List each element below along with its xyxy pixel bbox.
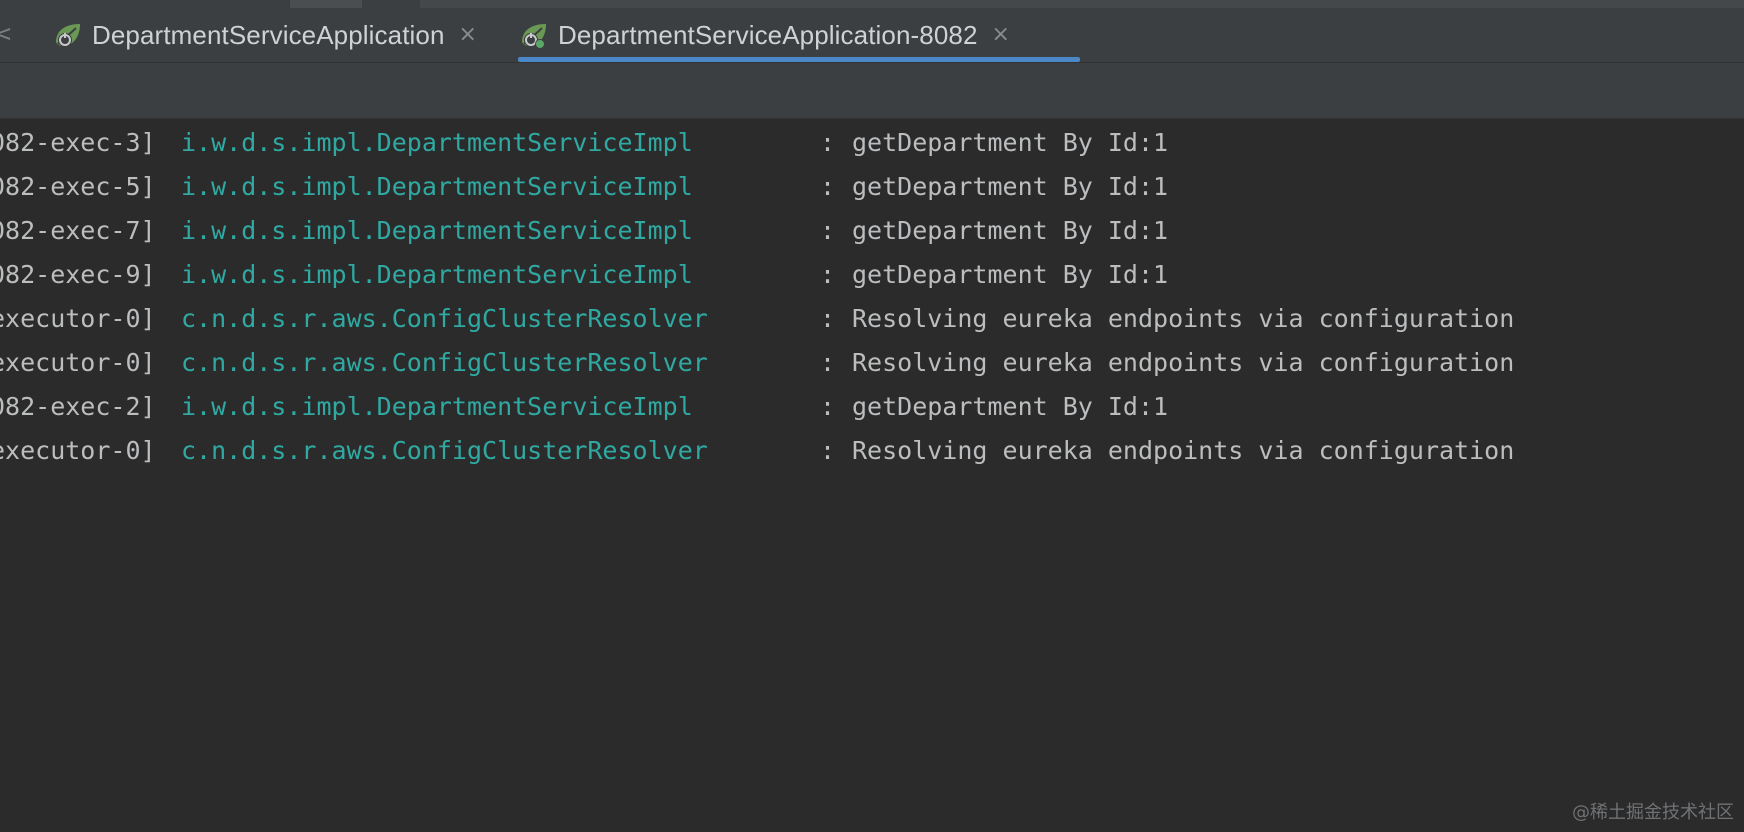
log-separator: : — [820, 172, 836, 201]
log-message: Resolving eureka endpoints via configura… — [852, 348, 1515, 377]
scroll-tabs-left-icon[interactable]: < — [0, 22, 14, 48]
log-line: executor-0] c.n.d.s.r.aws.ConfigClusterR… — [0, 299, 1744, 339]
log-separator: : — [820, 260, 836, 289]
log-separator: : — [820, 304, 836, 333]
log-thread: 082-exec-5] — [0, 172, 156, 201]
tab-label: DepartmentServiceApplication — [92, 19, 445, 50]
log-separator: : — [820, 216, 836, 245]
active-tab-indicator — [518, 57, 1080, 62]
log-line: 082-exec-9] i.w.d.s.impl.DepartmentServi… — [0, 255, 1744, 295]
log-thread: 082-exec-9] — [0, 260, 156, 289]
log-separator: : — [820, 128, 836, 157]
log-thread: 082-exec-3] — [0, 128, 156, 157]
log-logger: i.w.d.s.impl.DepartmentServiceImpl — [181, 128, 693, 157]
log-logger: i.w.d.s.impl.DepartmentServiceImpl — [181, 392, 693, 421]
log-line: 082-exec-5] i.w.d.s.impl.DepartmentServi… — [0, 167, 1744, 207]
tab-department-service-application[interactable]: DepartmentServiceApplication × — [52, 8, 502, 62]
log-logger: c.n.d.s.r.aws.ConfigClusterResolver — [181, 348, 708, 377]
log-logger: c.n.d.s.r.aws.ConfigClusterResolver — [181, 304, 708, 333]
spring-boot-run-icon — [522, 24, 546, 49]
top-strip-segment — [420, 0, 1744, 8]
log-logger: i.w.d.s.impl.DepartmentServiceImpl — [181, 260, 693, 289]
watermark: @稀土掘金技术社区 — [1572, 802, 1734, 823]
log-line: 082-exec-3] i.w.d.s.impl.DepartmentServi… — [0, 123, 1744, 163]
log-separator: : — [820, 392, 836, 421]
log-message: getDepartment By Id:1 — [852, 392, 1169, 421]
run-console-window: < DepartmentServiceApplication × Departm… — [0, 0, 1744, 832]
log-message: getDepartment By Id:1 — [852, 216, 1169, 245]
log-line: executor-0] c.n.d.s.r.aws.ConfigClusterR… — [0, 431, 1744, 471]
log-thread: 082-exec-2] — [0, 392, 156, 421]
tab-label: DepartmentServiceApplication-8082 — [558, 19, 978, 50]
log-message: Resolving eureka endpoints via configura… — [852, 304, 1515, 333]
log-separator: : — [820, 348, 836, 377]
log-logger: c.n.d.s.r.aws.ConfigClusterResolver — [181, 436, 708, 465]
log-message: getDepartment By Id:1 — [852, 260, 1169, 289]
run-tab-bar: < DepartmentServiceApplication × Departm… — [0, 8, 1744, 63]
log-line: executor-0] c.n.d.s.r.aws.ConfigClusterR… — [0, 343, 1744, 383]
log-line: 082-exec-7] i.w.d.s.impl.DepartmentServi… — [0, 211, 1744, 251]
log-logger: i.w.d.s.impl.DepartmentServiceImpl — [181, 172, 693, 201]
close-icon[interactable]: × — [459, 24, 477, 46]
log-thread: executor-0] — [0, 304, 156, 333]
console-output[interactable]: 082-exec-3] i.w.d.s.impl.DepartmentServi… — [0, 119, 1744, 832]
log-logger: i.w.d.s.impl.DepartmentServiceImpl — [181, 216, 693, 245]
log-line: 082-exec-2] i.w.d.s.impl.DepartmentServi… — [0, 387, 1744, 427]
spring-boot-run-icon — [56, 24, 80, 47]
log-thread: executor-0] — [0, 436, 156, 465]
log-message: Resolving eureka endpoints via configura… — [852, 436, 1515, 465]
log-separator: : — [820, 436, 836, 465]
top-strip — [0, 0, 1744, 8]
tab-department-service-application-8082[interactable]: DepartmentServiceApplication-8082 × — [518, 8, 1080, 62]
console-toolbar — [0, 63, 1744, 119]
log-message: getDepartment By Id:1 — [852, 172, 1169, 201]
log-thread: 082-exec-7] — [0, 216, 156, 245]
top-strip-segment — [290, 0, 362, 8]
close-icon[interactable]: × — [992, 24, 1010, 46]
log-thread: executor-0] — [0, 348, 156, 377]
log-message: getDepartment By Id:1 — [852, 128, 1169, 157]
